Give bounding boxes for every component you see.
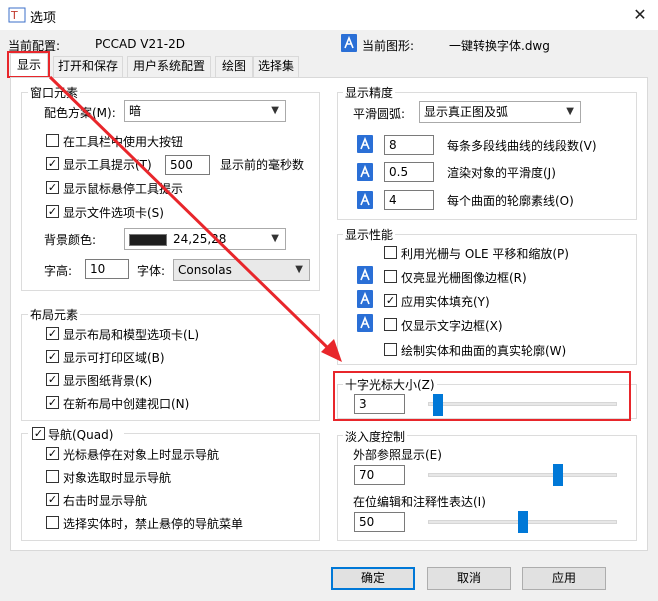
- annotation-arrow: [48, 75, 342, 362]
- cancel-button[interactable]: 取消: [427, 567, 511, 590]
- apply-button[interactable]: 应用: [522, 567, 606, 590]
- ok-button[interactable]: 确定: [331, 567, 415, 590]
